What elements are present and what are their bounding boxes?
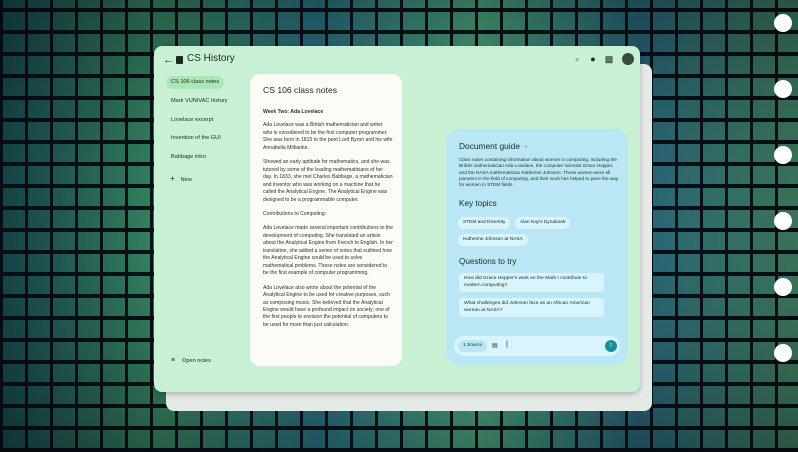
- document-paragraph: Showed an early aptitude for mathematics…: [263, 159, 393, 203]
- decor-dot: [774, 278, 792, 296]
- document-paragraph: Ada Lovelace was a British mathematician…: [263, 122, 393, 151]
- send-button[interactable]: ↑: [605, 340, 617, 352]
- document-paragraph: Ada Lovelace made several important cont…: [263, 225, 393, 277]
- guide-title: Document guide ✦: [459, 141, 529, 151]
- chat-input-bar[interactable]: 1 Source ▤ | ↑: [454, 336, 620, 356]
- plus-icon: +: [170, 174, 175, 183]
- notebook-title: CS History: [187, 53, 235, 64]
- chat-icon[interactable]: ▫: [572, 54, 582, 64]
- decor-dot: [774, 212, 792, 230]
- bug-icon[interactable]: ●: [588, 54, 598, 64]
- document-paragraph: Ada Lovelace also wrote about the potent…: [263, 284, 390, 328]
- open-notes-button[interactable]: ≡ Open notes: [171, 357, 211, 364]
- top-bar: ← CS History ▫ ● ▩: [154, 46, 640, 74]
- avatar[interactable]: [622, 53, 634, 65]
- sparkle-icon: ✦: [523, 144, 529, 151]
- sidebar-item-mark-univac-history[interactable]: Mark VUNIVAC history: [166, 95, 232, 108]
- decor-dot: [774, 146, 792, 164]
- arrow-up-icon: ↑: [609, 342, 613, 349]
- chat-input[interactable]: |: [506, 341, 508, 348]
- guide-title-text: Document guide: [459, 141, 520, 151]
- fade-overlay: [250, 326, 402, 366]
- document-paragraph: Contributions to Computing:: [263, 210, 327, 217]
- guide-description: Class notes containing information about…: [459, 157, 619, 188]
- topic-chip[interactable]: Alan Kay's Dynabook: [515, 217, 571, 229]
- topic-chip[interactable]: Katherine Johnson at NASA: [458, 234, 528, 246]
- suggested-question[interactable]: What challenges did Johnson face as an A…: [459, 298, 604, 317]
- document-guide-panel: Document guide ✦ Class notes containing i…: [446, 129, 628, 365]
- sidebar-item-babbage-intro[interactable]: Babbage intro: [166, 151, 211, 164]
- sidebar-item-invention-of-the-gui[interactable]: Invention of the GUI: [166, 132, 226, 145]
- comments-icon[interactable]: ▩: [604, 54, 614, 64]
- arrow-left-icon[interactable]: ←: [163, 55, 174, 66]
- key-topics-heading: Key topics: [459, 199, 497, 208]
- new-button[interactable]: + New: [170, 174, 192, 183]
- add-note-icon[interactable]: ▤: [492, 342, 498, 349]
- source-chip[interactable]: 1 Source: [458, 340, 488, 352]
- app-window: ← CS History ▫ ● ▩ CS 106 class notes Ma…: [154, 46, 640, 392]
- document-body: Week Two: Ada Lovelace Ada Lovelace was …: [263, 109, 393, 336]
- decor-dot: [774, 344, 792, 362]
- sidebar-item-cs106-class-notes[interactable]: CS 106 class notes: [166, 76, 225, 89]
- document-title: CS 106 class notes: [263, 85, 338, 95]
- questions-heading: Questions to try: [459, 257, 517, 266]
- decor-dot: [774, 80, 792, 98]
- notebook-icon: [176, 56, 183, 64]
- topic-chip[interactable]: STEM and Diversity: [458, 217, 511, 229]
- new-label: New: [180, 177, 192, 183]
- suggested-question[interactable]: How did Grace Hopper's work on the Mark …: [459, 273, 604, 292]
- sidebar-item-lovelace-excerpt[interactable]: Lovelace excerpt: [166, 114, 218, 127]
- document-panel[interactable]: CS 106 class notes Week Two: Ada Lovelac…: [250, 74, 402, 366]
- notes-icon: ≡: [171, 357, 176, 364]
- document-heading: Week Two: Ada Lovelace: [263, 109, 324, 115]
- open-notes-label: Open notes: [182, 358, 211, 364]
- decor-dot: [774, 14, 792, 32]
